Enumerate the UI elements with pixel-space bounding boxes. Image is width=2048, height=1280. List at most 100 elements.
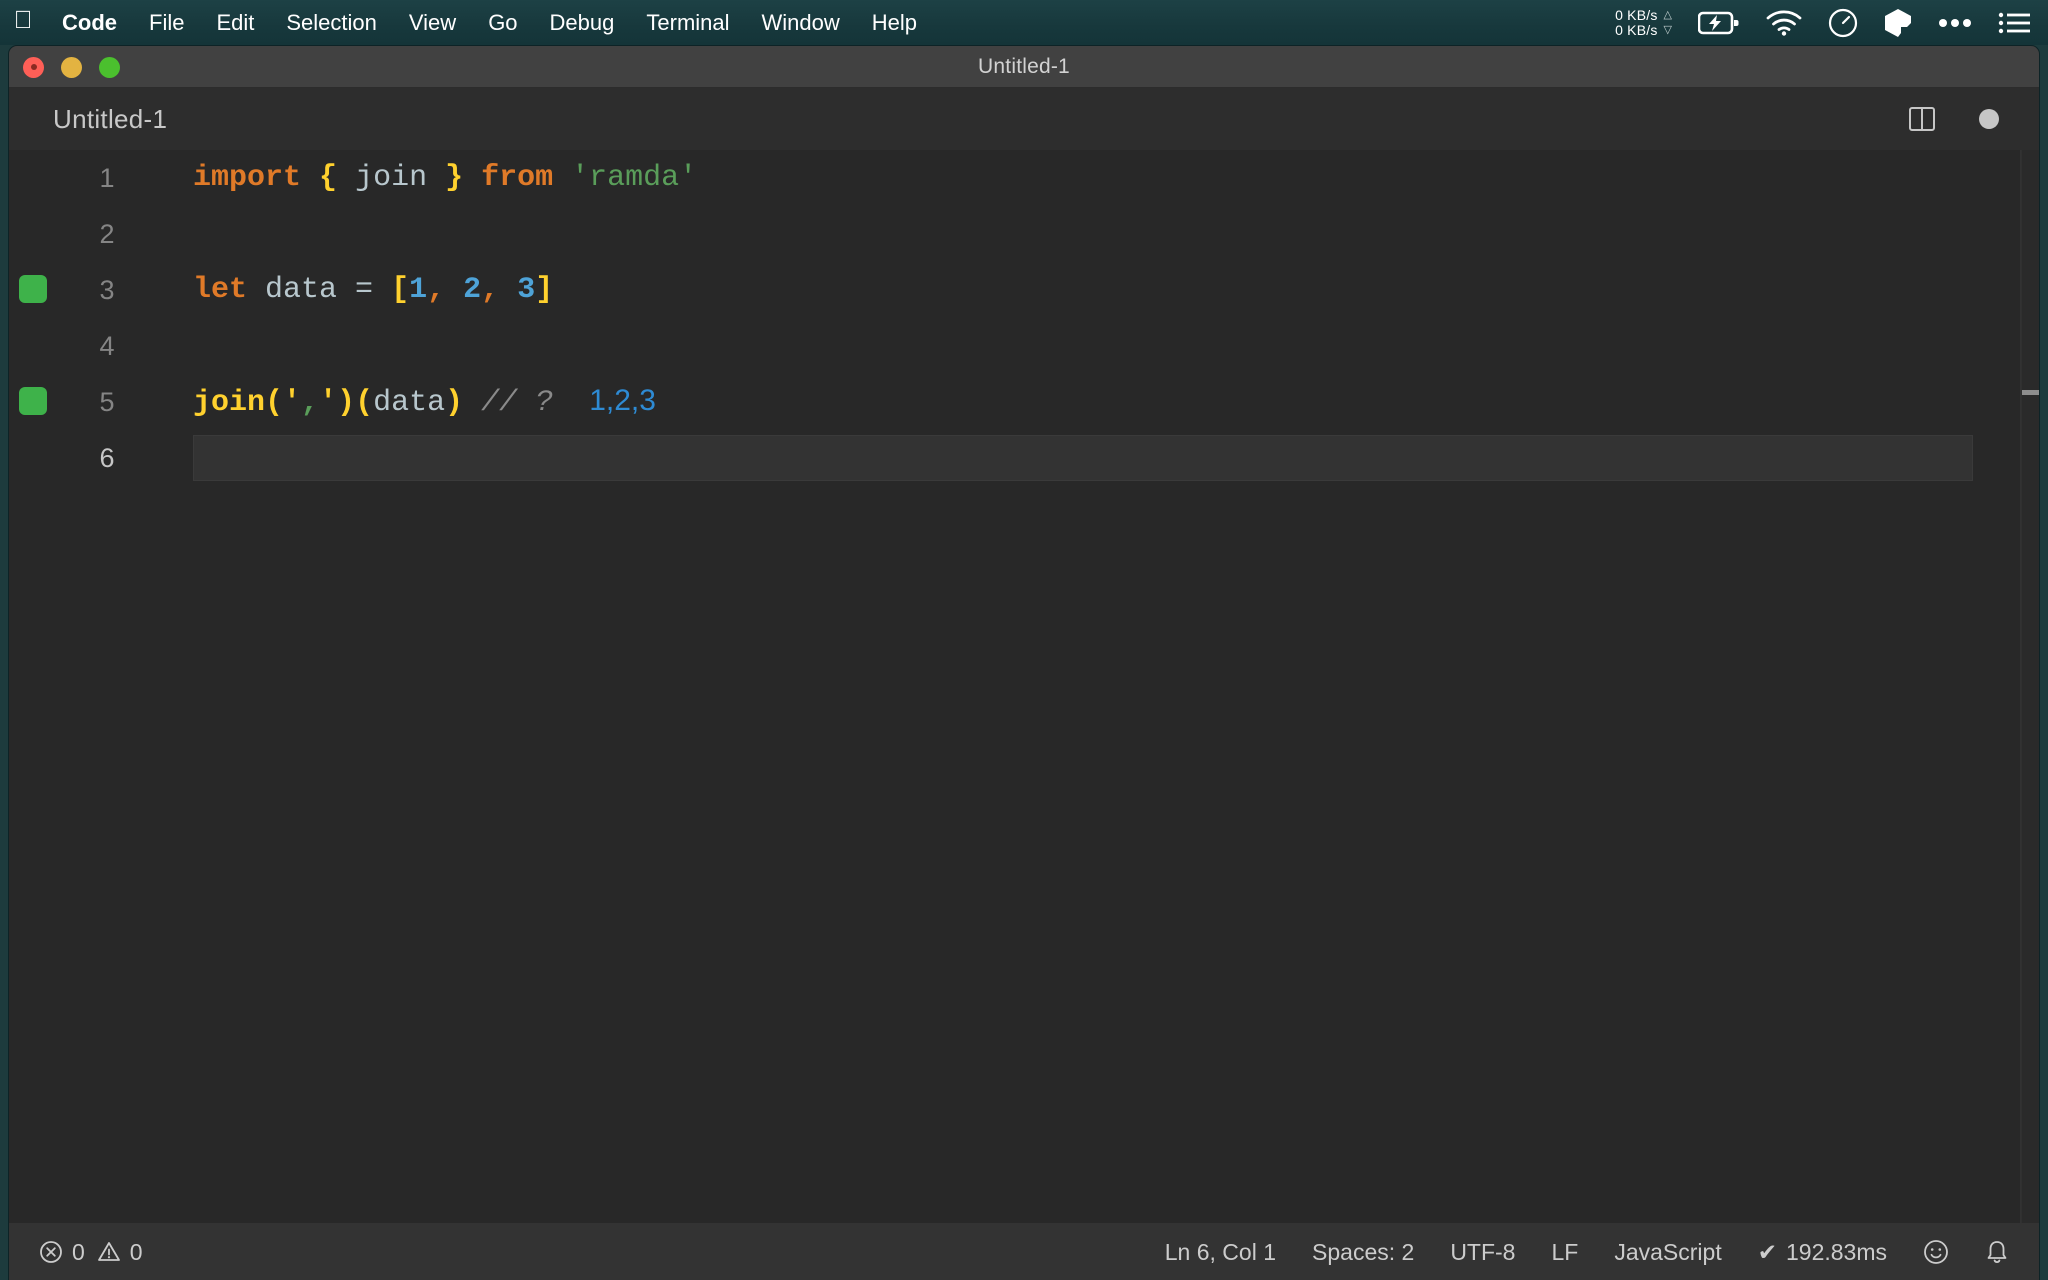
code-editor[interactable]: 1 import { join } from 'ramda' 2 3 let data …	[9, 150, 2039, 1223]
menu-item-view[interactable]: View	[393, 0, 472, 45]
network-download-rate: 0 KB/s	[1615, 21, 1658, 38]
code-text: import { join } from 'ramda'	[131, 161, 697, 195]
overview-ruler-scrollbar[interactable]	[2021, 150, 2039, 1223]
wifi-icon[interactable]	[1766, 10, 1802, 36]
line-number: 6	[99, 442, 115, 473]
editor-tab-bar: Untitled-1	[9, 88, 2039, 150]
notifications-bell-icon[interactable]	[1985, 1239, 2009, 1265]
minimize-button[interactable]	[61, 56, 82, 78]
network-upload-rate: 0 KB/s	[1615, 6, 1658, 23]
code-lines: 1 import { join } from 'ramda' 2 3 let data …	[9, 150, 2039, 486]
error-circle-icon	[39, 1240, 63, 1264]
encoding-setting[interactable]: UTF-8	[1450, 1239, 1515, 1266]
macos-menu-bar:  CodeFileEditSelectionViewGoDebugTermin…	[0, 0, 2048, 45]
network-speed-indicator[interactable]: 0 KB/s 0 KB/s △ ▽	[1615, 6, 1672, 38]
code-token: 3	[517, 273, 536, 307]
list-icon[interactable]	[1998, 11, 2030, 35]
menubar-status-icons: 0 KB/s 0 KB/s △ ▽	[1615, 0, 2048, 45]
ellipsis-icon[interactable]	[1938, 18, 1972, 28]
status-bar: 0 0 Ln 6, Col 1 Spaces: 2 UTF-8 LF JavaS…	[9, 1223, 2039, 1280]
code-token: (	[265, 386, 284, 420]
code-token: 1	[409, 273, 428, 307]
warning-triangle-icon	[97, 1240, 121, 1264]
window-traffic-lights	[23, 46, 120, 88]
code-token: join	[193, 386, 266, 420]
cube-icon[interactable]	[1884, 8, 1912, 38]
code-token: // ?	[481, 386, 554, 420]
code-token: data	[373, 386, 446, 420]
code-token: ,	[427, 273, 446, 307]
code-line[interactable]: 2	[9, 206, 2039, 262]
gutter-run-marker[interactable]	[19, 387, 47, 415]
current-line-highlight	[193, 435, 1973, 481]
code-line[interactable]: 3 let data = [1, 2, 3]	[9, 262, 2039, 318]
code-text: let data = [1, 2, 3]	[131, 273, 553, 307]
upload-arrow-icon: △	[1663, 8, 1672, 21]
warning-count: 0	[129, 1238, 143, 1265]
menu-item-help[interactable]: Help	[856, 0, 933, 45]
battery-charging-icon[interactable]	[1698, 11, 1740, 35]
line-number: 2	[99, 218, 115, 249]
menu-item-window[interactable]: Window	[746, 0, 856, 45]
check-icon: ✔	[1757, 1238, 1777, 1265]
code-line[interactable]: 6	[9, 430, 2039, 486]
menu-item-debug[interactable]: Debug	[534, 0, 631, 45]
code-token: import	[193, 161, 302, 195]
feedback-smiley-icon[interactable]	[1923, 1239, 1949, 1265]
code-token: ,	[301, 386, 320, 420]
code-token: 'ramda'	[571, 161, 698, 195]
run-status[interactable]: ✔ 192.83ms	[1758, 1239, 1887, 1266]
editor-tab-untitled-1[interactable]: Untitled-1	[9, 104, 167, 135]
code-line[interactable]: 1 import { join } from 'ramda'	[9, 150, 2039, 206]
menu-item-go[interactable]: Go	[472, 0, 533, 45]
problems-errors[interactable]: 0	[39, 1239, 85, 1266]
timer-icon[interactable]	[1828, 8, 1858, 38]
unsaved-indicator-icon[interactable]	[1979, 109, 1999, 129]
error-count: 0	[72, 1238, 85, 1265]
line-number: 4	[99, 330, 115, 361]
code-token: let	[193, 273, 248, 307]
code-token: 1,2,3	[589, 384, 656, 417]
menu-items: Code File Edit Selection View Go Debug Terminal…	[46, 0, 933, 45]
gutter-run-marker[interactable]	[19, 275, 47, 303]
code-line[interactable]: 5 join(',')(data) // ? 1,2,3	[9, 374, 2039, 430]
code-token: {	[319, 161, 338, 195]
split-editor-icon[interactable]	[1909, 107, 1935, 131]
code-token: '	[283, 386, 302, 420]
menu-item-terminal[interactable]: Terminal	[630, 0, 745, 45]
code-token: )	[337, 386, 356, 420]
menu-item-code[interactable]: Code	[46, 0, 133, 45]
problems-warnings[interactable]: 0	[97, 1239, 143, 1266]
code-token: data	[247, 273, 356, 307]
menu-item-edit[interactable]: Edit	[200, 0, 270, 45]
code-token: 2	[463, 273, 482, 307]
line-number: 1	[99, 162, 115, 193]
menu-item-file[interactable]: File	[133, 0, 200, 45]
window-title: Untitled-1	[978, 54, 1070, 78]
code-token: (	[355, 386, 374, 420]
code-token: =	[355, 273, 374, 307]
code-token: join	[337, 161, 446, 195]
language-mode[interactable]: JavaScript	[1614, 1239, 1721, 1266]
download-arrow-icon: ▽	[1663, 23, 1672, 36]
code-text: join(',')(data) // ? 1,2,3	[131, 384, 656, 420]
code-line[interactable]: 4	[9, 318, 2039, 374]
cursor-position[interactable]: Ln 6, Col 1	[1165, 1239, 1276, 1266]
close-button[interactable]	[23, 56, 44, 78]
indentation-setting[interactable]: Spaces: 2	[1312, 1239, 1414, 1266]
eol-setting[interactable]: LF	[1551, 1239, 1578, 1266]
code-token: '	[319, 386, 338, 420]
maximize-button[interactable]	[99, 56, 120, 78]
status-bar-left: 0 0	[9, 1239, 143, 1266]
code-token: ,	[481, 273, 500, 307]
menu-item-selection[interactable]: Selection	[270, 0, 393, 45]
apple-icon[interactable]: 	[0, 8, 46, 37]
code-token: )	[445, 386, 464, 420]
